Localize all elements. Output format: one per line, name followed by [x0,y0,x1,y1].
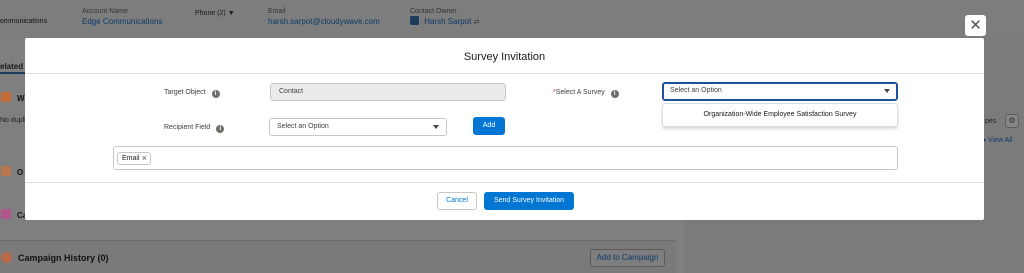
select-survey-combobox[interactable]: Select an Option [662,82,898,101]
modal-title: Survey Invitation [463,51,546,63]
record-header: ommunications Account Name Edge Communic… [0,0,1024,38]
modal-header: Survey Invitation [25,38,984,74]
selected-field-pill: Email × [117,152,151,165]
recipient-field-combobox[interactable]: Select an Option [269,118,447,136]
campaign-icon [1,252,12,263]
related-card-title: O [17,168,24,177]
close-icon[interactable]: × [142,153,147,164]
target-object-field: Contact [270,83,506,101]
view-all-link[interactable]: ▾ View All [983,137,1012,144]
phone-field[interactable]: Phone (2) ▼ [195,7,235,21]
email-field: Email harsh.sarpot@cloudywave.com [268,8,380,28]
related-card-title: W [17,94,25,103]
campaign-history-title: Campaign History (0) [18,253,109,263]
info-icon[interactable]: i [211,90,220,98]
right-card-text: pes [985,118,997,125]
add-to-campaign-button[interactable]: Add to Campaign [590,249,665,267]
chevron-down-icon [884,89,890,93]
active-tab-indicator [0,72,25,74]
account-name-link[interactable]: Edge Communications [82,16,162,28]
chevron-down-icon: ▼ [227,10,235,17]
survey-invitation-modal: Survey Invitation Target Object i Contact… [25,38,984,220]
user-avatar-icon [410,16,419,25]
survey-dropdown-list: Organization-Wide Employee Satisfaction … [662,103,898,127]
account-name-field: Account Name Edge Communications [82,8,163,28]
modal-footer: Cancel Send Survey Invitation [25,182,984,220]
tab-related[interactable]: elated [0,62,23,71]
opportunities-icon [1,166,11,176]
info-icon[interactable]: i [216,125,225,133]
company-name-field: ommunications [0,18,48,25]
recipient-field-label: Recipient Field i [164,124,225,133]
contact-owner-field: Contact Owner Harsh Sarpot ⇄ [410,8,480,26]
info-icon[interactable]: i [610,90,619,98]
chevron-down-icon [433,125,439,129]
survey-option[interactable]: Organization-Wide Employee Satisfaction … [663,109,897,121]
send-survey-invitation-button[interactable]: Send Survey Invitation [484,192,574,210]
change-owner-icon[interactable]: ⇄ [474,19,480,26]
contact-owner-link[interactable]: Harsh Sarpot [424,17,471,26]
close-icon[interactable]: ✕ [965,15,986,36]
related-card-text: No dupli [0,117,26,124]
related-card-icon [1,92,11,102]
add-button[interactable]: Add [473,117,505,135]
cases-icon [1,209,11,219]
select-survey-label: *Select A Survey i [553,89,619,98]
gear-icon[interactable]: ⚙ [1005,114,1019,128]
selected-fields-box[interactable]: Email × [113,146,898,170]
cancel-button[interactable]: Cancel [437,192,477,210]
email-link[interactable]: harsh.sarpot@cloudywave.com [268,16,380,28]
target-object-label: Target Object i [164,89,220,98]
